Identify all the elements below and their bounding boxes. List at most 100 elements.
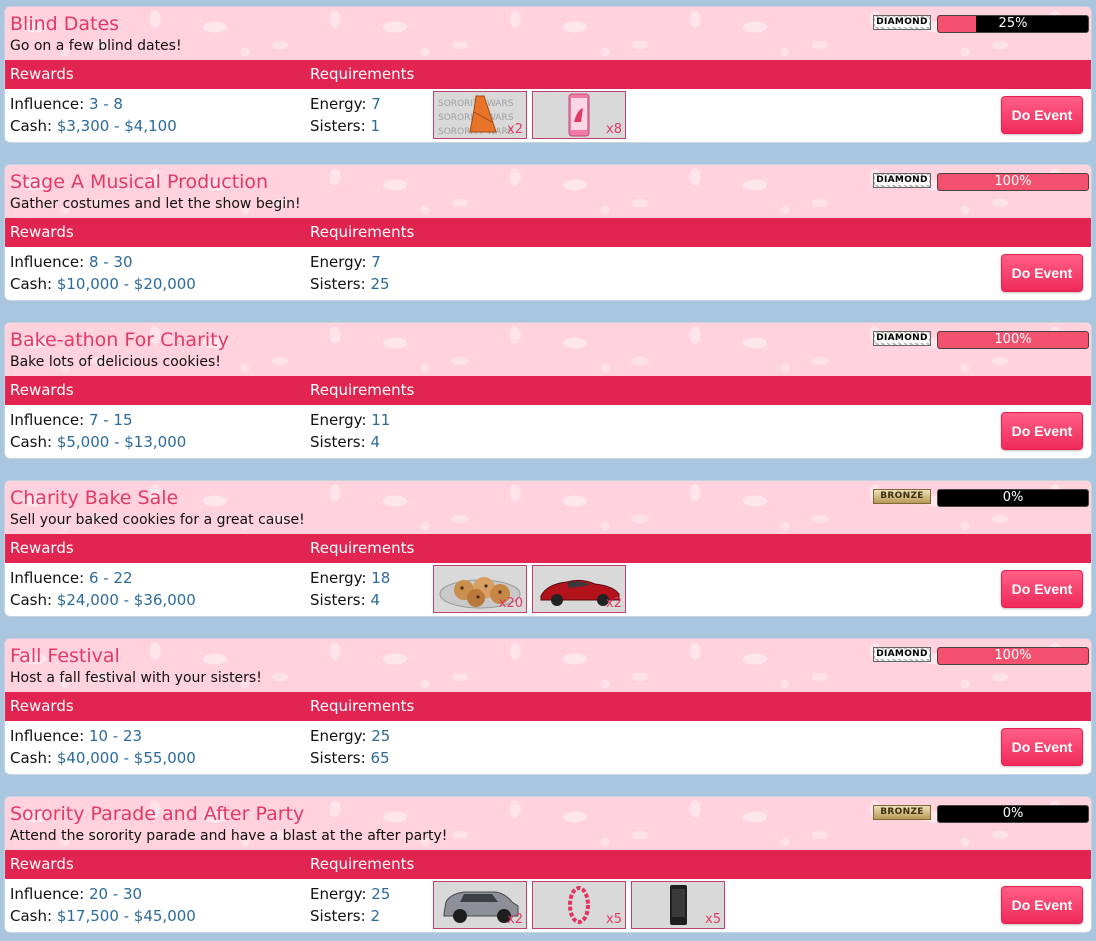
cash-reward-label: Cash:: [10, 117, 53, 135]
progress-bar: 100%: [937, 331, 1089, 349]
sisters-requirement-value: 4: [370, 433, 380, 451]
required-item[interactable]: x2: [532, 565, 626, 613]
sisters-requirement: Sisters: 25: [310, 273, 390, 295]
energy-requirement-label: Energy:: [310, 253, 367, 271]
sisters-requirement: Sisters: 1: [310, 115, 380, 137]
influence-reward-label: Influence:: [10, 569, 85, 587]
rewards-header: Rewards: [10, 65, 74, 83]
sisters-requirement-label: Sisters:: [310, 749, 366, 767]
do-event-button[interactable]: Do Event: [1001, 886, 1083, 924]
do-event-button[interactable]: Do Event: [1001, 412, 1083, 450]
tier-badge-label: DIAMOND: [875, 649, 929, 659]
requirements-header: Requirements: [310, 223, 415, 241]
progress-bar: 100%: [937, 647, 1089, 665]
tier-badge-label: BRONZE: [880, 807, 924, 817]
required-item[interactable]: x5: [631, 881, 725, 929]
do-event-button[interactable]: Do Event: [1001, 254, 1083, 292]
rewards-header: Rewards: [10, 697, 74, 715]
do-event-button[interactable]: Do Event: [1001, 570, 1083, 608]
rewards-header: Rewards: [10, 855, 74, 873]
required-item[interactable]: x5: [532, 881, 626, 929]
sisters-requirement-label: Sisters:: [310, 275, 366, 293]
section-header-bar: Rewards Requirements: [5, 692, 1091, 721]
energy-requirement: Energy: 7: [310, 93, 381, 115]
influence-reward-label: Influence:: [10, 885, 85, 903]
do-event-button[interactable]: Do Event: [1001, 96, 1083, 134]
required-item[interactable]: x2: [433, 881, 527, 929]
tier-badge: BRONZE: [873, 805, 931, 820]
influence-reward-value: 8 - 30: [88, 253, 133, 271]
tier-badge: DIAMOND: [873, 15, 931, 30]
influence-reward: Influence: 3 - 8: [10, 93, 123, 115]
influence-reward-value: 10 - 23: [88, 727, 143, 745]
tier-badge: DIAMOND: [873, 331, 931, 346]
energy-requirement-label: Energy:: [310, 569, 367, 587]
required-item[interactable]: x20: [433, 565, 527, 613]
energy-requirement-value: 7: [371, 95, 381, 113]
progress-bar: 25%: [937, 15, 1089, 33]
progress-label: 0%: [1002, 806, 1024, 821]
energy-requirement-value: 25: [371, 885, 391, 903]
requirements-header: Requirements: [310, 539, 415, 557]
tier-badge: BRONZE: [873, 489, 931, 504]
event-title: Charity Bake Sale: [10, 487, 179, 509]
sisters-requirement-value: 65: [370, 749, 390, 767]
event-description: Attend the sorority parade and have a bl…: [10, 828, 448, 844]
influence-reward-label: Influence:: [10, 95, 85, 113]
cash-reward: Cash: $10,000 - $20,000: [10, 273, 196, 295]
progress-label: 100%: [994, 648, 1032, 663]
energy-requirement: Energy: 18: [310, 567, 390, 589]
section-header-bar: Rewards Requirements: [5, 60, 1091, 89]
requirements-header: Requirements: [310, 381, 415, 399]
event-description: Host a fall festival with your sisters!: [10, 670, 262, 686]
event-description: Sell your baked cookies for a great caus…: [10, 512, 305, 528]
influence-reward-label: Influence:: [10, 253, 85, 271]
cash-reward: Cash: $17,500 - $45,000: [10, 905, 196, 927]
event-title: Sorority Parade and After Party: [10, 803, 305, 825]
section-header-bar: Rewards Requirements: [5, 534, 1091, 563]
sisters-requirement-label: Sisters:: [310, 433, 366, 451]
event-card: Stage A Musical Production Gather costume…: [4, 164, 1092, 301]
tier-badge: DIAMOND: [873, 173, 931, 188]
tier-badge-label: DIAMOND: [875, 333, 929, 343]
event-title: Fall Festival: [10, 645, 120, 667]
item-quantity: x2: [507, 122, 523, 137]
event-card: Fall Festival Host a fall festival with y…: [4, 638, 1092, 775]
cash-reward: Cash: $40,000 - $55,000: [10, 747, 196, 769]
sisters-requirement-label: Sisters:: [310, 117, 366, 135]
item-quantity: x5: [606, 912, 622, 927]
cash-reward-value: $24,000 - $36,000: [56, 591, 196, 609]
cash-reward-value: $40,000 - $55,000: [56, 749, 196, 767]
energy-requirement: Energy: 25: [310, 725, 390, 747]
required-item[interactable]: x8: [532, 91, 626, 139]
sisters-requirement-value: 2: [370, 907, 380, 925]
energy-requirement: Energy: 7: [310, 251, 381, 273]
influence-reward: Influence: 8 - 30: [10, 251, 133, 273]
energy-requirement-label: Energy:: [310, 727, 367, 745]
rewards-header: Rewards: [10, 223, 74, 241]
energy-requirement: Energy: 25: [310, 883, 390, 905]
influence-reward: Influence: 7 - 15: [10, 409, 133, 431]
section-header-bar: Rewards Requirements: [5, 218, 1091, 247]
event-title: Stage A Musical Production: [10, 171, 269, 193]
do-event-button[interactable]: Do Event: [1001, 728, 1083, 766]
influence-reward-label: Influence:: [10, 727, 85, 745]
cash-reward: Cash: $3,300 - $4,100: [10, 115, 177, 137]
sisters-requirement-label: Sisters:: [310, 907, 366, 925]
cash-reward-label: Cash:: [10, 591, 53, 609]
rewards-header: Rewards: [10, 381, 74, 399]
energy-requirement-value: 11: [371, 411, 391, 429]
influence-reward: Influence: 6 - 22: [10, 567, 133, 589]
cash-reward-label: Cash:: [10, 749, 53, 767]
event-header: Sorority Parade and After Party Attend th…: [5, 797, 1091, 850]
energy-requirement-value: 18: [371, 569, 391, 587]
energy-requirement-label: Energy:: [310, 411, 367, 429]
cash-reward-value: $3,300 - $4,100: [56, 117, 177, 135]
rewards-header: Rewards: [10, 539, 74, 557]
requirements-header: Requirements: [310, 697, 415, 715]
required-item[interactable]: SORORITY WARS SORORITY WARS SORORITY WARS x…: [433, 91, 527, 139]
event-description: Gather costumes and let the show begin!: [10, 196, 301, 212]
energy-requirement-label: Energy:: [310, 885, 367, 903]
influence-reward-value: 3 - 8: [88, 95, 123, 113]
tier-badge-label: BRONZE: [880, 491, 924, 501]
